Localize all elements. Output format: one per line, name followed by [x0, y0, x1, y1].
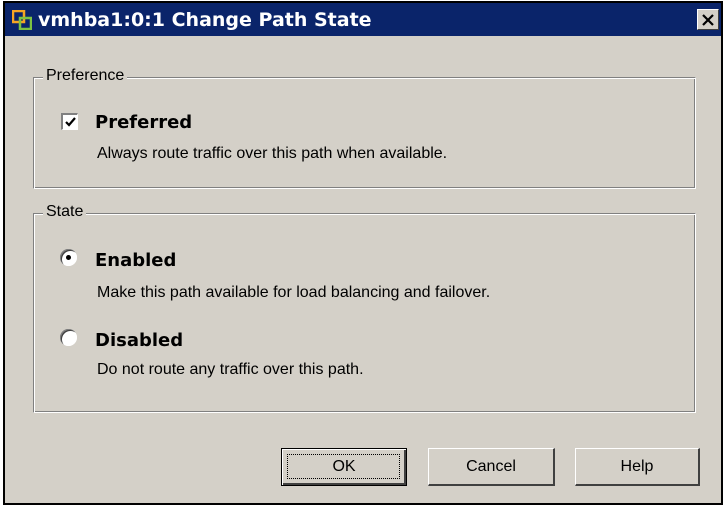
close-icon: [702, 13, 714, 26]
disabled-description: Do not route any traffic over this path.: [97, 361, 364, 378]
state-group: State Enabled Make this path available f…: [33, 202, 696, 413]
enabled-label[interactable]: Enabled: [95, 250, 176, 271]
ok-button[interactable]: OK: [281, 448, 407, 486]
close-button[interactable]: [697, 9, 719, 30]
radio-selected-dot: [66, 255, 71, 260]
cancel-button-label: Cancel: [466, 457, 516, 475]
window-title: vmhba1:0:1 Change Path State: [38, 8, 372, 31]
enabled-radio[interactable]: [60, 249, 77, 266]
change-path-state-dialog: vmhba1:0:1 Change Path State Preference …: [3, 1, 723, 505]
checkmark-icon: [64, 116, 76, 127]
title-bar[interactable]: vmhba1:0:1 Change Path State: [5, 3, 721, 36]
preference-group-title: Preference: [43, 66, 128, 86]
help-button[interactable]: Help: [575, 448, 700, 486]
cancel-button[interactable]: Cancel: [428, 448, 555, 486]
vmware-icon: [11, 9, 33, 31]
disabled-label[interactable]: Disabled: [95, 330, 183, 351]
disabled-radio[interactable]: [60, 329, 77, 346]
enabled-description: Make this path available for load balanc…: [97, 284, 491, 301]
preferred-label[interactable]: Preferred: [95, 112, 192, 133]
help-button-label: Help: [620, 457, 654, 475]
preference-group: Preference Preferred Always route traffi…: [33, 66, 696, 189]
preferred-description: Always route traffic over this path when…: [97, 145, 448, 162]
state-group-title: State: [43, 202, 87, 222]
preferred-checkbox[interactable]: [61, 113, 78, 130]
